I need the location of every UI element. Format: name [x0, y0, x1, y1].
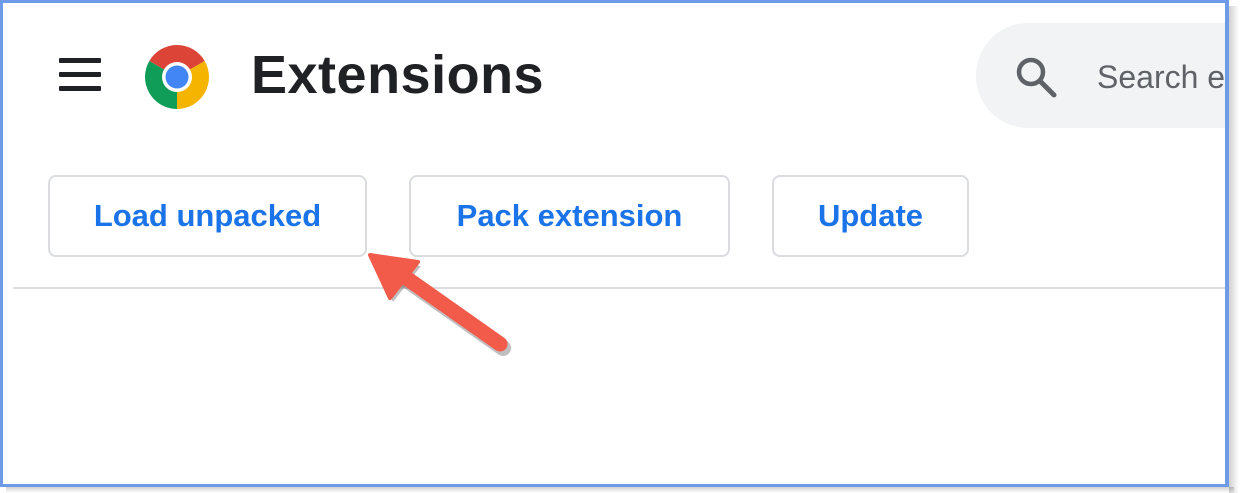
load-unpacked-button[interactable]: Load unpacked: [48, 175, 367, 257]
pack-extension-button[interactable]: Pack extension: [409, 175, 730, 257]
search-icon: [1016, 57, 1057, 98]
frame-shadow-right: [1229, 6, 1239, 493]
search-placeholder: Search e: [1097, 59, 1226, 95]
extensions-page: Extensions Search e Load unpacked Pack e…: [0, 0, 1229, 487]
update-button[interactable]: Update: [772, 175, 969, 257]
chrome-logo-icon: [145, 45, 209, 109]
search-field[interactable]: Search e: [976, 23, 1226, 128]
frame-shadow-bottom: [6, 487, 1234, 493]
hamburger-menu-icon[interactable]: [57, 57, 103, 93]
toolbar-divider: [13, 287, 1225, 289]
page-title: Extensions: [251, 45, 545, 105]
